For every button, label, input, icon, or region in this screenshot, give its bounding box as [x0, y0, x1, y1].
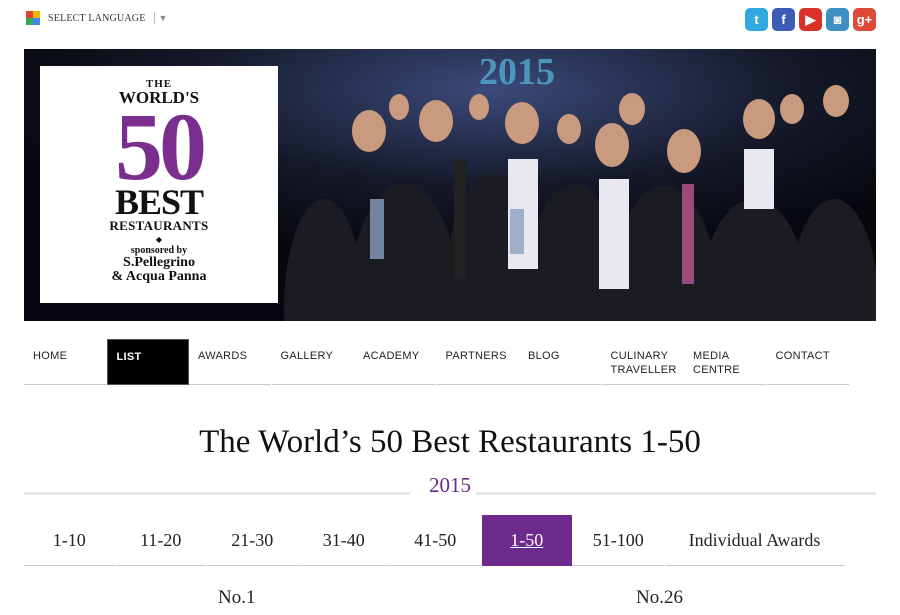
nav-gallery[interactable]: GALLERY: [271, 339, 354, 385]
backdrop-year: 2015: [479, 51, 555, 93]
tab-1-50[interactable]: 1-50: [481, 515, 572, 566]
chevron-down-icon[interactable]: ▼: [159, 13, 168, 23]
language-divider: [153, 12, 155, 24]
tab-individual-awards[interactable]: Individual Awards: [664, 515, 845, 566]
nav-blog[interactable]: BLOG: [519, 339, 601, 385]
nav-media-line2: CENTRE: [693, 364, 741, 376]
hero-banner: 2015 THE WORLD'S 50 BEST RESTAURANTS ◆ s…: [24, 49, 876, 321]
language-selector[interactable]: SELECT LANGUAGE ▼: [26, 10, 167, 26]
tab-51-100[interactable]: 51-100: [573, 515, 664, 566]
facebook-icon[interactable]: f: [772, 8, 795, 31]
language-label[interactable]: SELECT LANGUAGE: [48, 13, 146, 24]
logo-restaurants: RESTAURANTS: [109, 218, 209, 233]
tab-1-10[interactable]: 1-10: [24, 515, 115, 566]
logo-fifty: 50: [115, 93, 207, 200]
tab-21-30[interactable]: 21-30: [207, 515, 298, 566]
nav-culinary-line1: CULINARY: [610, 350, 669, 362]
instagram-icon[interactable]: ◙: [826, 8, 849, 31]
rank-heading-left: No.1: [218, 587, 256, 608]
logo-sponsor-1: S.Pellegrino: [123, 255, 195, 270]
youtube-icon[interactable]: ▶: [799, 8, 822, 31]
google-plus-icon[interactable]: g+: [853, 8, 876, 31]
year-label: 2015: [429, 473, 471, 497]
nav-culinary-traveller[interactable]: CULINARY TRAVELLER: [601, 339, 684, 385]
nav-academy[interactable]: ACADEMY: [354, 339, 436, 385]
tab-11-20[interactable]: 11-20: [115, 515, 206, 566]
rank-heading-right: No.26: [636, 587, 683, 608]
diamond-icon: ◆: [155, 235, 163, 244]
main-nav: HOME LIST AWARDS GALLERY ACADEMY PARTNER…: [24, 339, 876, 385]
google-translate-icon: [26, 11, 40, 25]
nav-media-line1: MEDIA: [693, 350, 730, 362]
range-tabs: 1-10 11-20 21-30 31-40 41-50 1-50 51-100…: [24, 515, 876, 566]
nav-partners[interactable]: PARTNERS: [436, 339, 519, 385]
nav-home[interactable]: HOME: [24, 339, 106, 385]
fifty-best-logo[interactable]: THE WORLD'S 50 BEST RESTAURANTS ◆ sponso…: [40, 66, 278, 303]
nav-awards[interactable]: AWARDS: [189, 339, 271, 385]
page-title: The World’s 50 Best Restaurants 1-50: [199, 424, 701, 460]
nav-list[interactable]: LIST: [106, 339, 189, 385]
top-bar: SELECT LANGUAGE ▼ t f ▶ ◙ g+: [0, 0, 900, 46]
nav-contact[interactable]: CONTACT: [766, 339, 849, 385]
nav-media-centre[interactable]: MEDIA CENTRE: [684, 339, 766, 385]
social-links: t f ▶ ◙ g+: [745, 8, 876, 31]
year-row: 2015: [24, 473, 876, 499]
nav-culinary-line2: TRAVELLER: [610, 364, 677, 376]
tab-41-50[interactable]: 41-50: [390, 515, 481, 566]
logo-sponsor-2: & Acqua Panna: [111, 269, 207, 284]
tab-31-40[interactable]: 31-40: [298, 515, 389, 566]
twitter-icon[interactable]: t: [745, 8, 768, 31]
logo-best: BEST: [114, 182, 204, 222]
